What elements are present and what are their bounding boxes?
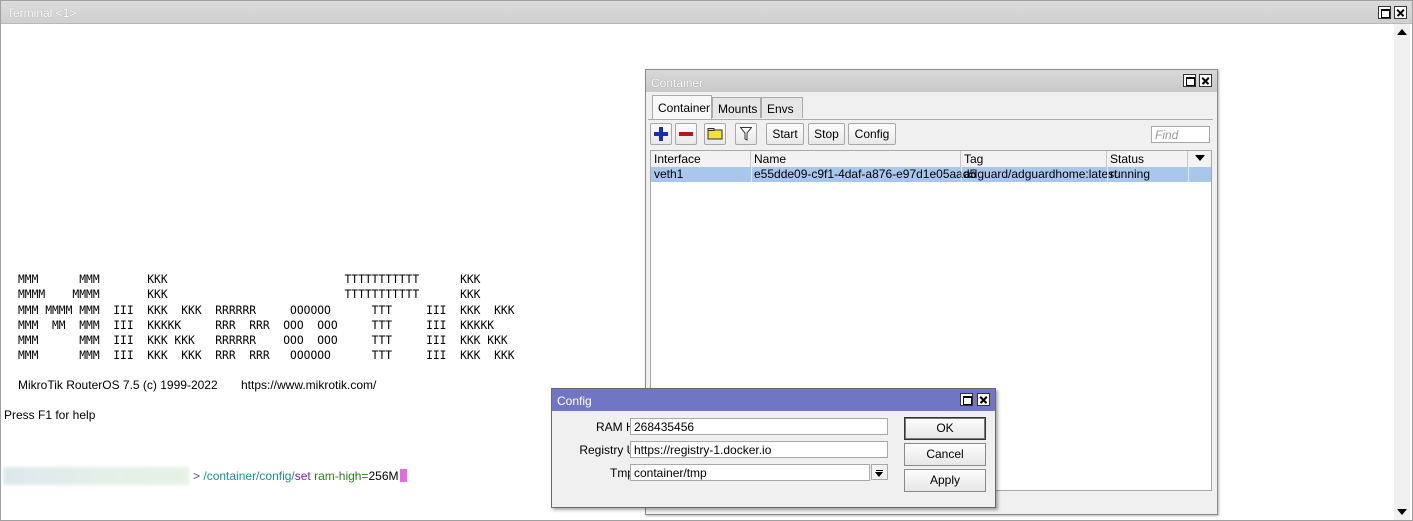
cell-name: e55dde09-c9f1-4daf-a876-e97d1e05aad5 [754,167,977,181]
start-button[interactable]: Start [766,123,804,145]
container-window-title: Container [651,76,704,90]
close-icon[interactable] [977,393,990,406]
command-line[interactable]: > /container/config/set ram-high=256M [193,469,407,483]
add-button[interactable] [650,123,672,145]
cell-divider [1188,167,1189,182]
column-interface[interactable]: Interface [651,151,751,167]
container-title-bar[interactable]: Container [646,70,1217,92]
cell-tag: adguard/adguardhome:latest [964,167,1118,181]
mikrotik-ascii-banner: MMM MMM KKK TTTTTTTTTTT KKK MMMM MMMM KK… [18,273,515,363]
help-hint: Press F1 for help [4,408,96,422]
tmp-dir-input[interactable] [630,464,870,481]
terminal-scrollbar[interactable] [1394,24,1410,520]
command-arg-key: ram-high= [314,469,369,483]
tab-mounts[interactable]: Mounts [712,97,761,118]
config-button[interactable]: Config [848,123,896,145]
scroll-down-icon[interactable] [1397,509,1407,515]
tab-envs[interactable]: Envs [761,97,803,118]
maximize-icon[interactable] [960,393,973,406]
text-cursor [399,469,407,482]
table-row[interactable]: veth1 e55dde09-c9f1-4daf-a876-e97d1e05aa… [651,167,1211,182]
cell-interface: veth1 [654,167,684,181]
filter-icon [739,127,753,141]
tmp-dir-dropdown-icon[interactable] [871,464,888,480]
redacted-prompt-host [3,467,189,485]
close-icon[interactable] [1199,74,1212,87]
prompt-symbol: > [193,469,201,483]
cell-status: running [1110,167,1151,181]
stop-button[interactable]: Stop [808,123,845,145]
plus-icon [654,127,668,141]
terminal-title-bar[interactable]: Terminal <1> [1,1,1412,24]
cancel-button[interactable]: Cancel [904,443,986,466]
comment-button[interactable] [704,123,726,145]
close-icon[interactable] [1394,6,1407,19]
maximize-icon[interactable] [1183,74,1196,87]
minus-icon [679,132,693,136]
config-dialog: Config RAM High: Registry URL: Tmp dir: … [551,388,996,508]
filter-button[interactable] [735,123,757,145]
registry-url-input[interactable] [630,441,888,458]
scroll-up-icon[interactable] [1397,29,1407,35]
command-arg-value: 256M [368,469,399,483]
maximize-icon[interactable] [1378,6,1391,19]
terminal-title: Terminal <1> [7,6,77,20]
config-dialog-title: Config [557,394,592,408]
column-chooser[interactable] [1188,151,1211,167]
command-path: /container/config/ [203,469,295,483]
table-header: Interface Name Tag Status [651,151,1211,168]
column-status[interactable]: Status [1107,151,1188,167]
ok-button[interactable]: OK [904,417,986,440]
tab-container[interactable]: Container [652,95,712,119]
column-tag[interactable]: Tag [961,151,1107,167]
column-name[interactable]: Name [751,151,961,167]
chevron-down-icon [1195,155,1205,161]
comment-icon [707,128,723,140]
config-title-bar[interactable]: Config [552,389,995,411]
command-verb: set [294,469,311,483]
apply-button[interactable]: Apply [904,469,986,492]
ram-high-input[interactable] [630,418,888,435]
command-prompt[interactable]: > /container/config/set ram-high=256M [1,467,521,485]
remove-button[interactable] [675,123,697,145]
copyright-line: MikroTik RouterOS 7.5 (c) 1999-2022 http… [18,378,377,392]
find-input[interactable]: Find [1151,126,1210,143]
